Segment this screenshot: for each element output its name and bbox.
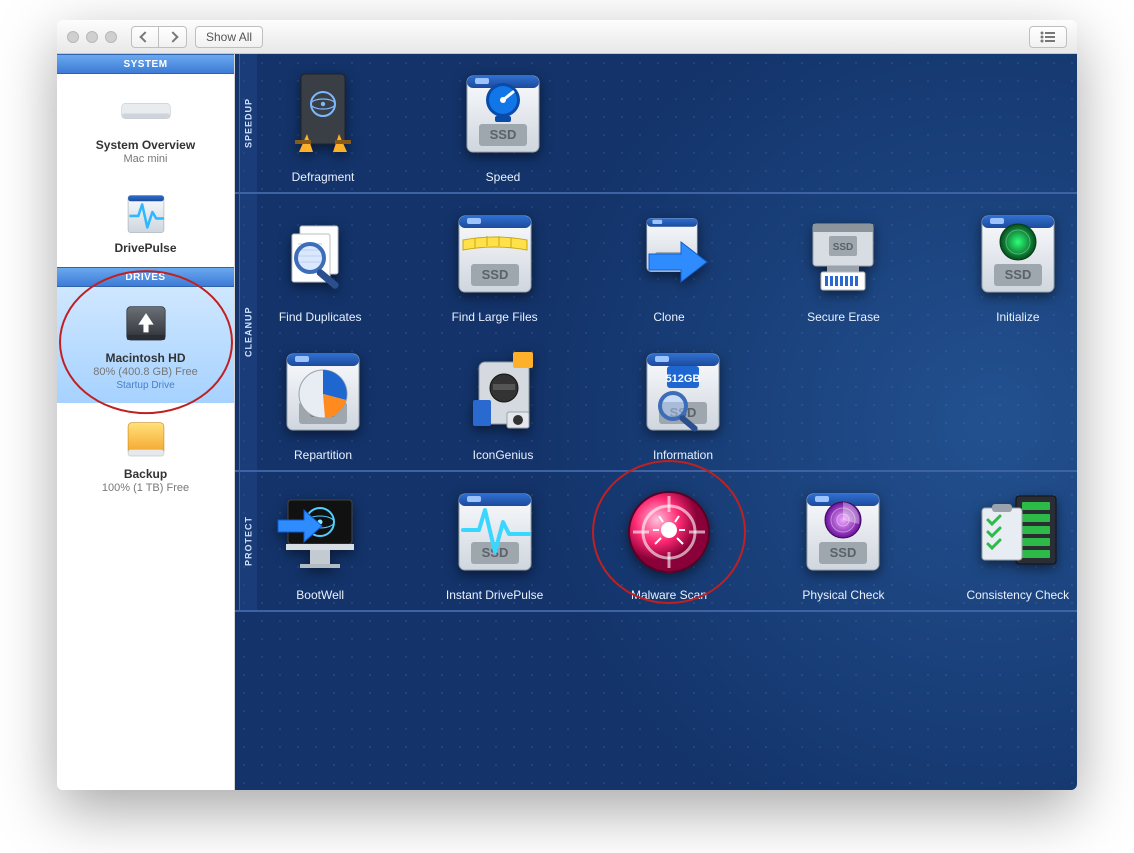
instant-dp-icon <box>445 482 545 582</box>
tool-initialize[interactable]: Initialize <box>959 204 1077 324</box>
sidebar-item-backup[interactable]: Backup 100% (1 TB) Free <box>57 403 234 506</box>
internal-drive-icon <box>114 294 178 354</box>
tool-label: BootWell <box>261 588 379 602</box>
sidebar-item-system-overview[interactable]: System Overview Mac mini <box>57 74 234 177</box>
tool-label: Initialize <box>959 310 1077 324</box>
sidebar-header-system: SYSTEM <box>57 54 234 74</box>
list-view-button[interactable] <box>1029 26 1067 48</box>
sidebar-item-tag: Startup Drive <box>65 380 226 391</box>
tool-defragment[interactable]: Defragment <box>261 64 385 184</box>
macmini-icon <box>114 88 178 134</box>
sidebar-item-sub: 100% (1 TB) Free <box>65 482 226 494</box>
secure-erase-icon <box>793 204 893 304</box>
external-drive-icon <box>114 411 178 469</box>
initialize-icon <box>968 204 1068 304</box>
tool-label: Repartition <box>261 448 385 462</box>
app-window: Show All SYSTEM System Overview Mac mini… <box>57 20 1077 790</box>
tool-row: Repartition IconGenius Information <box>235 332 1077 470</box>
tool-label: Clone <box>610 310 728 324</box>
forward-button[interactable] <box>159 26 187 48</box>
tool-label: Defragment <box>261 170 385 184</box>
tool-speed[interactable]: Speed <box>441 64 565 184</box>
tool-physical[interactable]: Physical Check <box>784 482 902 602</box>
tool-label: Find Duplicates <box>261 310 379 324</box>
sidebar-item-label: Backup <box>65 467 226 481</box>
tool-repartition[interactable]: Repartition <box>261 342 385 462</box>
tool-icongenius[interactable]: IconGenius <box>441 342 565 462</box>
tool-information[interactable]: Information <box>621 342 745 462</box>
zoom-icon[interactable] <box>105 31 117 43</box>
sidebar-item-sub: Mac mini <box>65 153 226 165</box>
icongenius-icon <box>453 342 553 442</box>
tool-label: Speed <box>441 170 565 184</box>
information-icon <box>633 342 733 442</box>
tool-row: Defragment Speed <box>235 54 1077 192</box>
find-duplicates-icon <box>270 204 370 304</box>
malware-icon <box>619 482 719 582</box>
repartition-icon <box>273 342 373 442</box>
list-icon <box>1040 31 1056 43</box>
sidebar-item-label: Macintosh HD <box>65 351 226 365</box>
tool-instant-dp[interactable]: Instant DrivePulse <box>435 482 553 602</box>
tool-label: Find Large Files <box>435 310 553 324</box>
drivepulse-icon <box>114 186 178 242</box>
toolbar: Show All <box>57 20 1077 54</box>
tool-label: Physical Check <box>784 588 902 602</box>
tool-clone[interactable]: Clone <box>610 204 728 324</box>
sidebar-item-macintosh-hd[interactable]: Macintosh HD 80% (400.8 GB) Free Startup… <box>57 287 234 403</box>
tool-bootwell[interactable]: BootWell <box>261 482 379 602</box>
close-icon[interactable] <box>67 31 79 43</box>
tool-row: Find Duplicates Find Large Files Clone S… <box>235 194 1077 332</box>
sidebar-item-label: System Overview <box>65 138 226 152</box>
tool-label: Secure Erase <box>784 310 902 324</box>
tool-label: Information <box>621 448 745 462</box>
tool-malware[interactable]: Malware Scan <box>610 482 728 602</box>
nav-segment <box>131 26 187 48</box>
defragment-icon <box>273 64 373 164</box>
sidebar-item-drivepulse[interactable]: DrivePulse <box>57 177 234 267</box>
tool-label: Instant DrivePulse <box>435 588 553 602</box>
tool-find-duplicates[interactable]: Find Duplicates <box>261 204 379 324</box>
sidebar-item-sub: 80% (400.8 GB) Free <box>65 366 226 378</box>
tool-find-large[interactable]: Find Large Files <box>435 204 553 324</box>
clone-icon <box>619 204 719 304</box>
tool-row: BootWell Instant DrivePulse Malware Scan… <box>235 472 1077 610</box>
back-button[interactable] <box>131 26 159 48</box>
main-panel: SPEEDUP Defragment SpeedCLEANUP Find Dup… <box>235 54 1077 790</box>
sidebar-item-label: DrivePulse <box>65 241 226 255</box>
tool-secure-erase[interactable]: Secure Erase <box>784 204 902 324</box>
tool-label: IconGenius <box>441 448 565 462</box>
find-large-icon <box>445 204 545 304</box>
consistency-icon <box>968 482 1068 582</box>
show-all-button[interactable]: Show All <box>195 26 263 48</box>
minimize-icon[interactable] <box>86 31 98 43</box>
tool-consistency[interactable]: Consistency Check <box>959 482 1077 602</box>
sidebar: SYSTEM System Overview Mac mini DrivePul… <box>57 54 235 790</box>
traffic-lights <box>67 31 117 43</box>
sidebar-header-drives: DRIVES <box>57 267 234 287</box>
speed-icon <box>453 64 553 164</box>
tool-label: Consistency Check <box>959 588 1077 602</box>
physical-icon <box>793 482 893 582</box>
bootwell-icon <box>270 482 370 582</box>
tool-label: Malware Scan <box>610 588 728 602</box>
